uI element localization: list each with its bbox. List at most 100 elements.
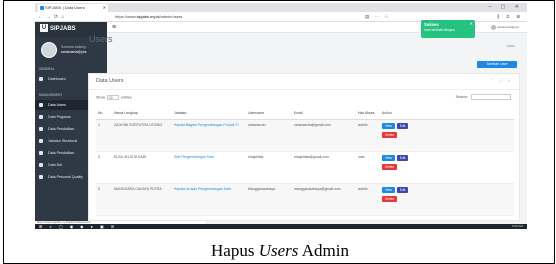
book-icon (39, 127, 43, 131)
cell-email: manggaracahaya@gmail.com (292, 183, 356, 216)
table-search: Search: (456, 94, 511, 100)
sidebar-item-label: Data Diri (48, 163, 62, 167)
toast-message: User berhasil dihapus (424, 28, 455, 32)
sidebar-item-label: Data Pegawai (48, 115, 71, 119)
col-nama[interactable]: Nama Lengkap (112, 107, 172, 120)
url-prefix: https://www. (115, 14, 137, 19)
col-no[interactable]: No (96, 107, 112, 120)
cell-action: View Edit Delete (380, 119, 514, 152)
table-header-row: No Nama Lengkap Jabatan Username Email H… (96, 107, 514, 120)
cell-username: elsajelista (246, 151, 292, 184)
cell-akses: user (356, 151, 380, 184)
top-avatar (491, 24, 497, 30)
briefcase-icon (39, 139, 43, 143)
sidebar-item-label: Data Pendidikan (48, 151, 75, 155)
delete-button[interactable]: Delete (382, 131, 398, 138)
brand-name: SIPJABS (50, 26, 76, 32)
edit-button[interactable]: Edit (396, 154, 409, 161)
os-taskbar: ⊞ ⌕ ▢ ◉ ◆ ● ▣ ✉ 5:02 AM (35, 224, 527, 229)
view-button[interactable]: View (382, 186, 395, 193)
tab-title: SIPJABS | Data Users (45, 5, 85, 10)
cell-no: 3 (96, 183, 112, 216)
col-akses[interactable]: Hak Akses (356, 107, 380, 120)
star-icon (39, 175, 43, 179)
page-actions-icon[interactable]: ▤ ⋯ ☆ (365, 12, 390, 22)
top-user-name: sahamarta@yes (497, 25, 519, 29)
caption-italic: Users (258, 241, 299, 260)
figure-caption: Hapus Users Admin (4, 241, 556, 261)
logo-icon: U (40, 24, 48, 33)
search-label: Search: (455, 94, 468, 99)
delete-button[interactable]: Delete (382, 195, 398, 202)
add-user-button[interactable]: Tambah User (477, 61, 517, 68)
favicon-icon (40, 6, 44, 10)
taskbar-apps-icon[interactable]: ⊞ ⌕ ▢ ◉ ◆ ● ▣ ✉ (39, 224, 117, 229)
home-icon (39, 77, 43, 81)
delete-button[interactable]: Delete (382, 163, 398, 170)
caption-prefix: Hapus (211, 241, 259, 260)
cell-jabatan: Kepala Bagian Pengembangan Produk TI (172, 119, 246, 152)
browser-tabbar: SIPJABS | Data Users ✕ – ▢ ✕ (35, 3, 527, 12)
toolbar-icons[interactable]: ⫼ ⊡ ☰ (497, 12, 523, 22)
window-controls[interactable]: – ▢ ✕ (489, 3, 523, 12)
cell-no: 1 (96, 119, 112, 152)
page-length-select[interactable]: 10 (107, 95, 119, 100)
avatar (41, 42, 57, 58)
url-domain: sipjabs.my.id (136, 14, 160, 19)
cell-username: Manggaracahaya (246, 183, 292, 216)
cell-nama: ELSA JELISTA SARI (112, 151, 172, 184)
users-icon (39, 103, 43, 107)
menu-toggle-icon[interactable]: ≡ (112, 22, 116, 33)
table-row: 3 MANGGARA CAHAYA PUTRA Kepala Urusan Pe… (96, 183, 514, 216)
url-field[interactable]: https://www.sipjabs.my.id/admin/users (115, 14, 355, 20)
url-path: /admin/users (159, 14, 183, 19)
person-icon (39, 115, 43, 119)
cell-nama: ZAGHINI SOEPUTRA UTOMO (112, 119, 172, 152)
search-input[interactable] (471, 94, 511, 100)
user-greeting: Selamat datang (61, 45, 86, 49)
cell-email: elsajelista@gmail.com (292, 151, 356, 184)
table-row: 1 ZAGHINI SOEPUTRA UTOMO Kepala Bagian P… (96, 119, 514, 152)
page-length-control: Show 10 entries (96, 95, 132, 100)
close-tab-icon[interactable]: ✕ (103, 4, 106, 12)
cell-action: View Edit Delete (380, 183, 514, 216)
cell-email: zahanarutu@gmail.com (292, 119, 356, 152)
panel-tools-icon[interactable]: ⌃ ⤢ ✕ (491, 78, 513, 83)
panel-title: Data Users (96, 78, 124, 84)
entries-label: entries (121, 95, 132, 100)
sidebar-item-label: Jabatan Struktural (48, 139, 78, 143)
sidebar-item-label: Dashboard (48, 77, 66, 81)
show-label: Show (96, 95, 105, 100)
col-email[interactable]: Email (292, 107, 356, 120)
table-row: 2 ELSA JELISTA SARI Staf Pengembangan Ka… (96, 151, 514, 184)
cell-jabatan: Kepala Urusan Pengembangan Karir (172, 183, 246, 216)
data-users-panel: Data Users ⌃ ⤢ ✕ Show 10 entries Search: N… (88, 73, 520, 221)
page-title: Users (89, 34, 113, 44)
figure-frame: SIPJABS | Data Users ✕ – ▢ ✕ ←→⟳⌂ https:… (3, 0, 555, 264)
view-button[interactable]: View (382, 122, 395, 129)
edit-button[interactable]: Edit (396, 186, 409, 193)
screenshot: SIPJABS | Data Users ✕ – ▢ ✕ ←→⟳⌂ https:… (35, 3, 527, 229)
toast-close-icon[interactable]: ✕ (470, 21, 473, 26)
nav-buttons[interactable]: ←→⟳⌂ (38, 12, 67, 22)
col-username[interactable]: Username (246, 107, 292, 120)
view-button[interactable]: View (382, 154, 395, 161)
taskbar-clock: 5:02 AM (511, 224, 523, 228)
user-name: sahamarta@yes (61, 50, 87, 54)
browser-tab[interactable]: SIPJABS | Data Users ✕ (38, 4, 108, 12)
sidebar-item-label: Data Pendidikan (48, 127, 75, 131)
graduation-icon (39, 151, 43, 155)
cell-action: View Edit Delete (380, 151, 514, 184)
caption-suffix: Admin (298, 241, 349, 260)
edit-button[interactable]: Edit (396, 122, 409, 129)
cell-no: 2 (96, 151, 112, 184)
breadcrumb[interactable]: Users (507, 44, 515, 48)
users-table: No Nama Lengkap Jabatan Username Email H… (96, 107, 514, 216)
top-user-menu[interactable]: sahamarta@yes (489, 23, 519, 31)
cell-jabatan: Staf Pengembangan Karir (172, 151, 246, 184)
col-jabatan[interactable]: Jabatan (172, 107, 246, 120)
sidebar-item-label: Data Personal Quality (48, 175, 83, 179)
id-card-icon (39, 163, 43, 167)
divider (89, 89, 519, 90)
cell-akses: admin (356, 119, 380, 152)
